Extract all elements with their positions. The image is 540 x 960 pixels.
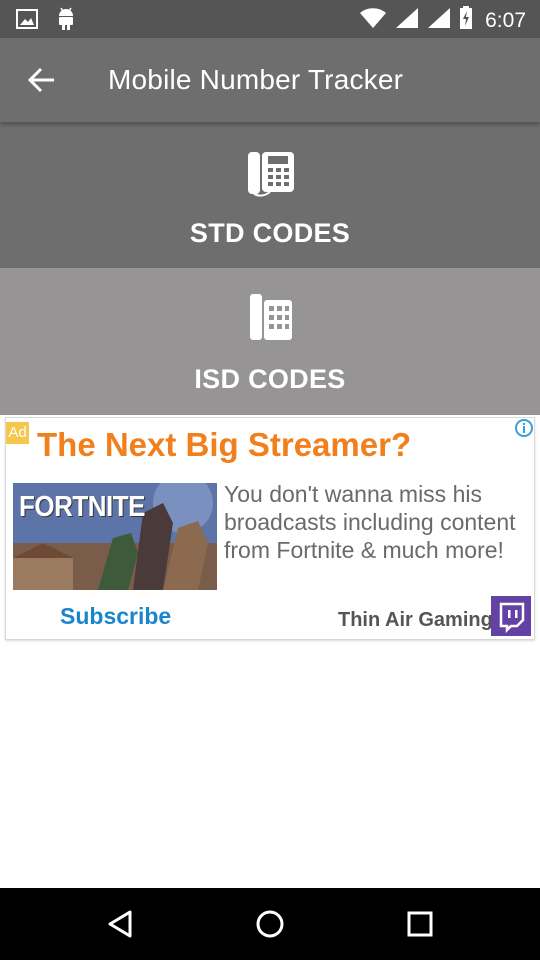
nav-home-button[interactable] [250,906,290,942]
recents-square-icon [400,911,440,946]
arrow-left-icon [22,67,62,102]
signal-icon [395,7,419,34]
isd-codes-button[interactable]: ISD CODES [0,268,540,415]
status-system: 6:07 [359,6,526,35]
ad-headline[interactable]: The Next Big Streamer? [37,426,411,464]
twitch-icon[interactable] [491,596,531,636]
desk-phone-icon [246,292,296,342]
nav-back-button[interactable] [100,906,140,942]
ad-banner[interactable]: Ad The Next Big Streamer? FORTNITE You d… [5,417,535,640]
info-icon[interactable] [514,418,534,438]
ad-body-text[interactable]: You don't wanna miss his broadcasts incl… [224,480,540,564]
system-nav-bar [0,888,540,960]
isd-codes-label: ISD CODES [194,364,346,394]
ad-image-logo-text: FORTNITE [19,489,146,523]
home-circle-icon [250,910,290,946]
std-codes-label: STD CODES [189,218,351,248]
ad-image[interactable]: FORTNITE [13,483,217,590]
ad-advertiser-name[interactable]: Thin Air Gaming [338,609,493,632]
std-codes-button[interactable]: STD CODES [0,122,540,268]
back-triangle-icon [100,910,140,946]
app-bar: Mobile Number Tracker [0,38,540,122]
page-title: Mobile Number Tracker [108,64,404,95]
nav-recents-button[interactable] [400,906,440,942]
ad-badge: Ad [6,422,29,444]
desk-phone-icon [246,148,296,198]
signal-icon [427,7,451,34]
screen: 6:07 Mobile Number Tracker STD CODES ISD… [0,0,540,960]
subscribe-button[interactable]: Subscribe [60,603,171,630]
wifi-icon [359,7,387,34]
status-notifications [16,7,76,36]
back-button[interactable] [22,62,62,98]
battery-charging-icon [459,6,473,35]
android-icon [56,7,76,36]
status-bar: 6:07 [0,0,540,38]
status-time: 6:07 [485,8,526,32]
image-icon [16,8,38,35]
